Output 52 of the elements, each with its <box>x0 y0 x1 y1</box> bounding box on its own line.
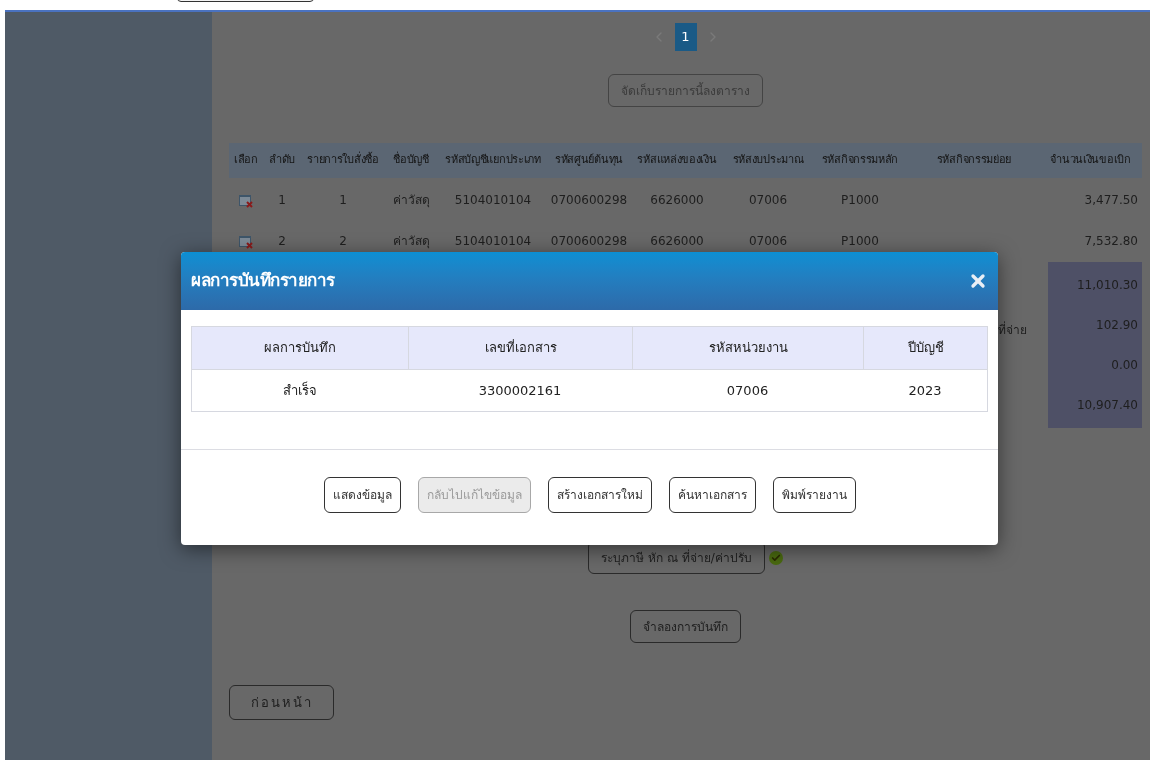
table-cell: ค่าวัสดุ <box>392 193 430 207</box>
table-cell: 07006 <box>748 234 788 248</box>
dialog-button[interactable]: แสดงข้อมูล <box>323 476 401 513</box>
summary-value: 11,010.30 <box>1076 277 1138 294</box>
table-cell: 0700600298 <box>550 234 628 248</box>
document-delete-icon[interactable] <box>238 233 254 249</box>
column-header: รหัสกิจกรรมหลัก <box>820 152 900 169</box>
summary-value: 0.00 <box>1111 357 1138 374</box>
column-header: เลขที่เอกสาร <box>484 338 557 358</box>
table-cell-text: 2023 <box>907 381 943 400</box>
table-cell-text: สำเร็จ <box>282 380 318 400</box>
table-cell-text: 07006 <box>725 381 770 400</box>
table-cell-text: 3300002161 <box>477 381 563 400</box>
summary-value: 10,907.40 <box>1076 397 1138 414</box>
column-header: ลำดับ <box>267 152 297 169</box>
table-cell: 1 <box>278 193 286 207</box>
dialog-title: ผลการบันทึกรายการ <box>191 269 335 293</box>
column-header: เลือก <box>233 152 259 169</box>
close-icon[interactable] <box>968 271 988 291</box>
column-header: รหัสหน่วยงาน <box>708 339 788 358</box>
table-cell: 3,477.50 <box>1084 193 1138 207</box>
table-cell: 7,532.80 <box>1084 234 1138 248</box>
table-cell: 1 <box>339 193 347 207</box>
document-delete-icon[interactable] <box>238 192 254 208</box>
column-header: รหัสแหล่งของเงิน <box>636 152 718 169</box>
summary-value: 102.90 <box>1096 317 1138 334</box>
column-header: ชื่อบัญชี <box>392 152 430 169</box>
table-cell: P1000 <box>841 193 879 207</box>
table-cell: 2 <box>339 234 347 248</box>
table-cell: 6626000 <box>650 193 704 207</box>
table-cell: 5104010104 <box>454 193 532 207</box>
table-cell: 07006 <box>748 193 788 207</box>
table-cell: P1000 <box>841 234 879 248</box>
dialog-button[interactable]: ค้นหาเอกสาร <box>668 476 756 513</box>
column-header: รายการใบสั่งซื้อ <box>306 152 380 169</box>
column-header: รหัสบัญชีแยกประเภท <box>444 152 542 169</box>
column-header: รหัสงบประมาณ <box>731 152 805 169</box>
column-header: รหัสศูนย์ต้นทุน <box>554 152 624 169</box>
column-header: จำนวนเงินขอเบิก <box>1049 152 1132 169</box>
column-header: รหัสกิจกรรมย่อย <box>935 152 1013 169</box>
column-header: ผลการบันทึก <box>264 339 336 358</box>
table-cell: 6626000 <box>650 234 704 248</box>
table-cell: 0700600298 <box>550 193 628 207</box>
table-cell: 2 <box>278 234 286 248</box>
dialog-button[interactable]: สร้างเอกสารใหม่ <box>547 476 652 513</box>
check-icon <box>768 550 783 565</box>
summary-label: ที่จ่าย <box>998 323 1027 337</box>
dialog-button[interactable]: พิมพ์รายงาน <box>772 476 856 513</box>
column-header: ปีบัญชี <box>907 339 944 358</box>
page-button[interactable]: 1 <box>674 23 697 51</box>
table-cell: ค่าวัสดุ <box>392 234 430 248</box>
table-cell: 5104010104 <box>454 234 532 248</box>
